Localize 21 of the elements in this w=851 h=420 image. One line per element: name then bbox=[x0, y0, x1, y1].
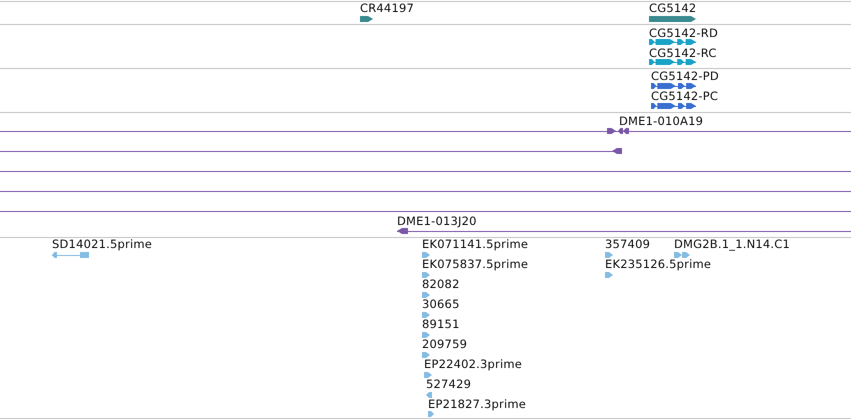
feature-label: 209759 bbox=[422, 337, 468, 351]
feature-label: EP21827.3prime bbox=[428, 397, 526, 411]
feature-label: EK075837.5prime bbox=[422, 257, 528, 271]
feature-label: CG5142-PC bbox=[651, 89, 718, 103]
feature-label: CR44197 bbox=[360, 1, 414, 15]
feature-label: CG5142-PD bbox=[651, 69, 719, 83]
feature-label: SD14021.5prime bbox=[52, 237, 152, 251]
feature-label: CG5142 bbox=[649, 1, 696, 15]
feature-label: EK235126.5prime bbox=[605, 257, 712, 271]
feature-label: CG5142-RC bbox=[649, 46, 717, 60]
feature-label: 527429 bbox=[426, 377, 472, 391]
feature-label: DME1-013J20 bbox=[397, 214, 477, 228]
feature-label: 82082 bbox=[422, 277, 460, 291]
feature-label: DMG2B.1_1.N14.C1 bbox=[674, 237, 790, 251]
feature-label: EK071141.5prime bbox=[422, 237, 528, 251]
feature-label: 89151 bbox=[422, 317, 460, 331]
feature-label: EP22402.3prime bbox=[424, 357, 522, 371]
feature-label: 30665 bbox=[422, 297, 460, 311]
feature-label: 357409 bbox=[605, 237, 650, 251]
feature-label: CG5142-RD bbox=[649, 26, 718, 40]
feature-label: DME1-010A19 bbox=[619, 114, 704, 128]
